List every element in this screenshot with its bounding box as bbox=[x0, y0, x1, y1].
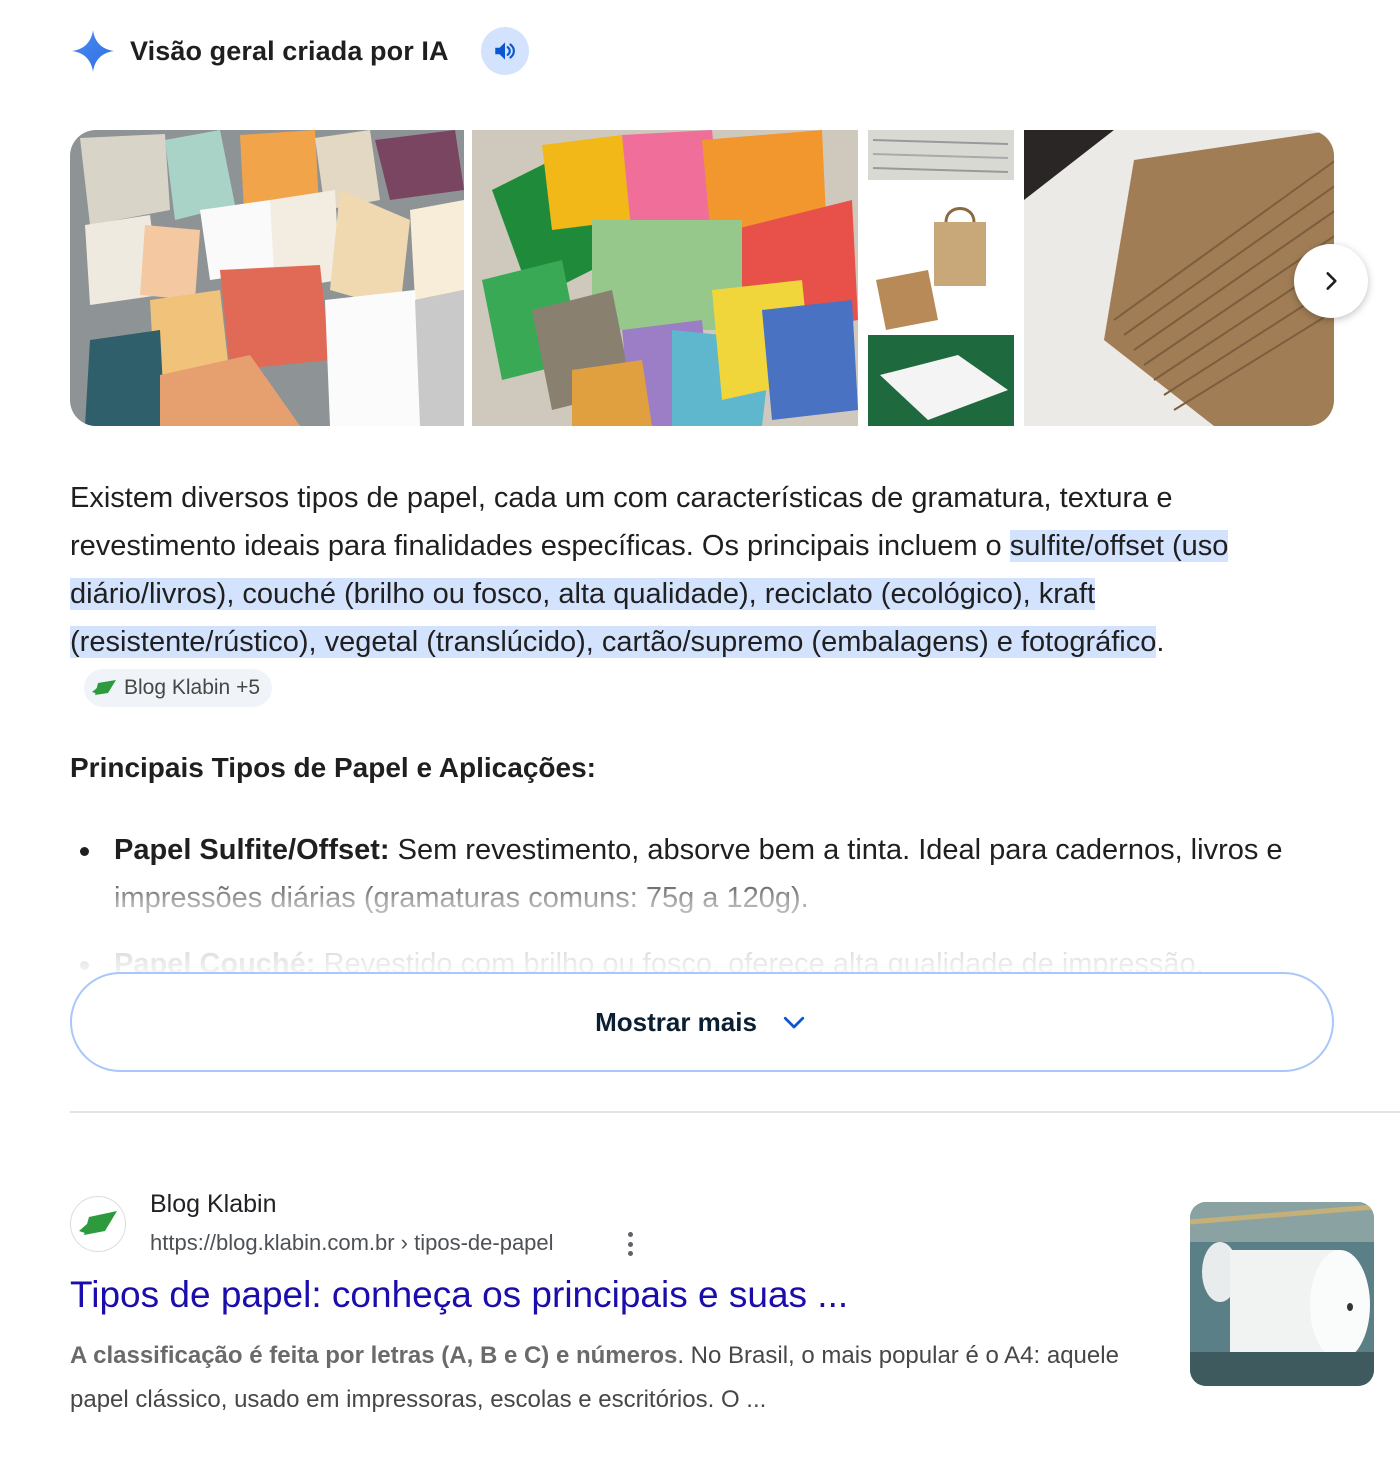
show-more-button[interactable]: Mostrar mais bbox=[70, 972, 1334, 1072]
show-more-label: Mostrar mais bbox=[595, 1006, 757, 1037]
image-gallery bbox=[70, 130, 1334, 426]
result-title-link[interactable]: Tipos de papel: conheça os principais e … bbox=[70, 1274, 848, 1316]
site-favicon[interactable] bbox=[70, 1196, 126, 1252]
listen-button[interactable] bbox=[480, 27, 529, 75]
search-result: Blog Klabin https://blog.klabin.com.br ›… bbox=[70, 1186, 1380, 1413]
list-item-term: Papel Sulfite/Offset: bbox=[114, 834, 390, 866]
source-chip-label: Blog Klabin +5 bbox=[124, 676, 261, 700]
sparkle-icon bbox=[72, 30, 114, 72]
site-url[interactable]: https://blog.klabin.com.br › tipos-de-pa… bbox=[150, 1230, 554, 1256]
gallery-image-colored-papers[interactable] bbox=[472, 130, 858, 426]
chevron-right-icon bbox=[1326, 272, 1337, 290]
chevron-down-icon bbox=[783, 1016, 805, 1029]
types-list: Papel Sulfite/Offset: Sem revestimento, … bbox=[70, 826, 1334, 986]
site-name[interactable]: Blog Klabin bbox=[150, 1190, 276, 1219]
gallery-image-handmade-papers[interactable] bbox=[70, 130, 464, 426]
ai-summary: Existem diversos tipos de papel, cada um… bbox=[70, 474, 1334, 714]
snippet-bold: A classificação é feita por letras (A, B… bbox=[70, 1342, 678, 1369]
divider bbox=[70, 1111, 1400, 1113]
section-title: Principais Tipos de Papel e Aplicações: bbox=[70, 752, 596, 783]
gallery-image-paper-types[interactable] bbox=[868, 130, 1014, 426]
result-snippet: A classificação é feita por letras (A, B… bbox=[70, 1334, 1150, 1422]
ai-overview-title: Visão geral criada por IA bbox=[130, 35, 449, 66]
gallery-image-kraft-paper[interactable] bbox=[1024, 130, 1334, 426]
klabin-logo-icon bbox=[79, 1211, 117, 1235]
gallery-next-button[interactable] bbox=[1294, 244, 1368, 318]
klabin-logo-icon bbox=[92, 680, 116, 696]
summary-intro: Existem diversos tipos de papel, cada um… bbox=[70, 482, 1173, 562]
ai-overview-header: Visão geral criada por IA bbox=[70, 27, 529, 75]
result-thumbnail[interactable] bbox=[1190, 1202, 1374, 1386]
more-options-icon[interactable] bbox=[618, 1226, 642, 1262]
speaker-icon bbox=[494, 42, 515, 60]
list-item: Papel Sulfite/Offset: Sem revestimento, … bbox=[70, 826, 1334, 922]
source-chip[interactable]: Blog Klabin +5 bbox=[84, 669, 273, 708]
summary-end: . bbox=[1156, 626, 1165, 658]
